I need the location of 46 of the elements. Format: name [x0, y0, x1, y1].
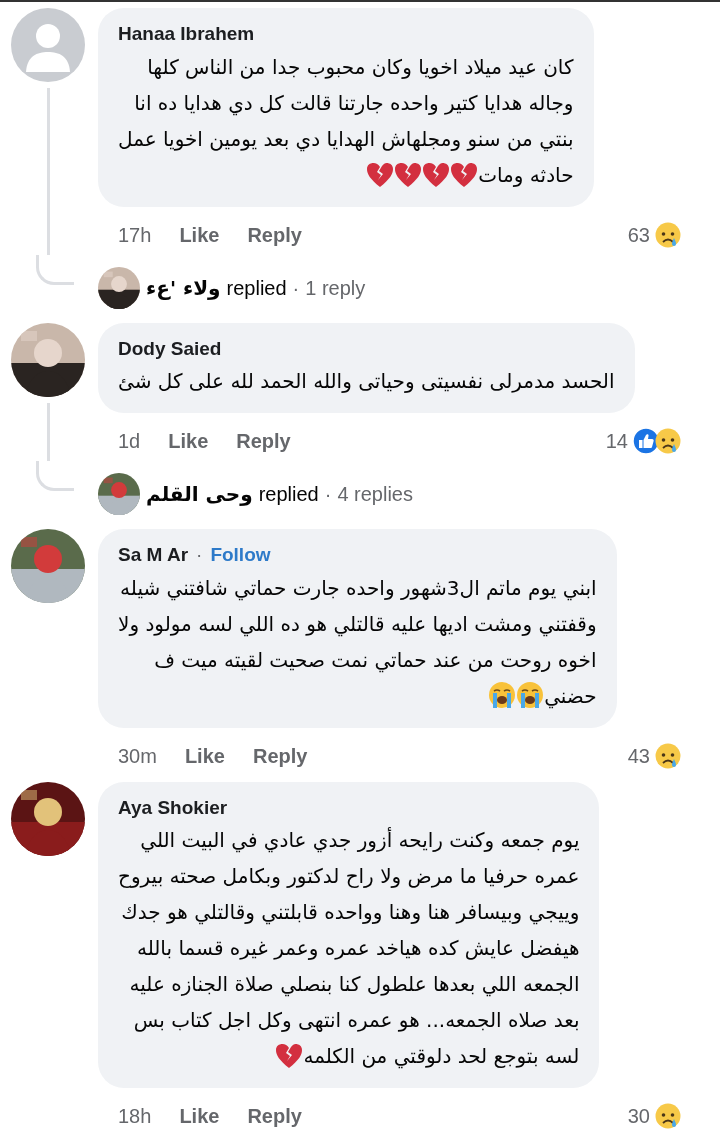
reply-link[interactable]: Reply — [247, 219, 302, 250]
reply-author: ولاء 'عء — [146, 274, 221, 302]
timestamp: 1d — [118, 429, 141, 454]
like-link[interactable]: Like — [179, 219, 220, 250]
comment-text: كان عيد ميلاد اخويا وكان محبوب جدا من الناس كلها وجاله هدايا كتير واحده جارتنا قالت كل دي هدايا ده انا بنتي من سنو ومجلهاش الهدايا دي بعد يومين اخويا عمل حادثه ومات — [118, 53, 574, 190]
separator-dot: · — [324, 482, 332, 507]
replied-label: replied — [258, 482, 319, 507]
reaction-count: 63 — [627, 222, 650, 248]
reaction-count: 30 — [627, 1104, 650, 1129]
like-link[interactable]: Like — [179, 1101, 220, 1131]
like-link[interactable]: Like — [168, 426, 209, 456]
timestamp: 17h — [118, 222, 152, 248]
replies-link[interactable]: 4 replies — [337, 479, 413, 509]
sad-face-icon — [654, 220, 682, 249]
broken-heart-icon — [394, 161, 423, 188]
replies-link[interactable]: 1 reply — [305, 272, 366, 303]
like-link[interactable]: Like — [184, 740, 225, 771]
sad-face-icon — [654, 427, 682, 455]
author-name[interactable]: Dody Saied — [118, 334, 222, 363]
author-name[interactable]: Hanaa Ibrahem — [118, 20, 255, 49]
replied-label: replied — [226, 275, 287, 301]
broken-heart-icon — [450, 161, 479, 188]
reply-author: وحى القلم — [146, 481, 253, 508]
follow-link[interactable]: Follow — [210, 541, 271, 570]
reaction-count: 14 — [605, 429, 628, 454]
comment-text: الحسد مدمرلى نفسيتى وحياتى والله الحمد لله على كل شئ — [118, 368, 615, 395]
separator-dot: · — [196, 543, 203, 567]
broken-heart-icon — [366, 161, 395, 188]
timestamp: 18h — [118, 1104, 152, 1129]
sad-face-icon — [654, 741, 682, 770]
reply-link[interactable]: Reply — [252, 740, 308, 771]
comment-text: ابني يوم ماتم ال3شهور واحده جارت حماتي شافتني شيله وقفتني ومشت اديها عليه قالتلي هو ده اللي لسه مولود ولا اخوه روحت من عند حماتي نمت صحيت لقيته ميت ف حضني — [118, 574, 597, 711]
broken-heart-icon — [422, 161, 451, 188]
author-name[interactable]: Aya Shokier — [118, 793, 228, 822]
sad-face-icon — [654, 1102, 682, 1130]
timestamp: 30m — [118, 743, 157, 769]
reply-link[interactable]: Reply — [247, 1101, 302, 1131]
comment-text: يوم جمعه وكنت رايحه أزور جدي عادي في البيت اللي عمره حرفيا ما مرض ولا راح لدكتور وبكامل صحته بيروح وييجي وبيسافر هنا وهنا وواحده قابلتني وقالتلي هو جدك هيفضل عايش كده هياخد عمره وعمر غيره قسما بالله الجمعه اللي بعدها علطول كنا بنصلي صلاة الجنازه عليه بعد صلاه الجمعه... هو عمره انتهى وكل اجل كتاب بس لسه بتوجع لحد دلوقتي من الكلمه — [118, 826, 580, 1071]
separator-dot: · — [292, 275, 300, 301]
crying-face-icon — [516, 680, 545, 709]
reply-link[interactable]: Reply — [236, 426, 291, 456]
author-name[interactable]: Sa M Ar — [118, 541, 189, 570]
crying-face-icon — [488, 680, 517, 709]
reaction-count: 43 — [627, 743, 650, 769]
like-icon — [632, 427, 660, 455]
broken-heart-icon — [275, 1043, 304, 1069]
